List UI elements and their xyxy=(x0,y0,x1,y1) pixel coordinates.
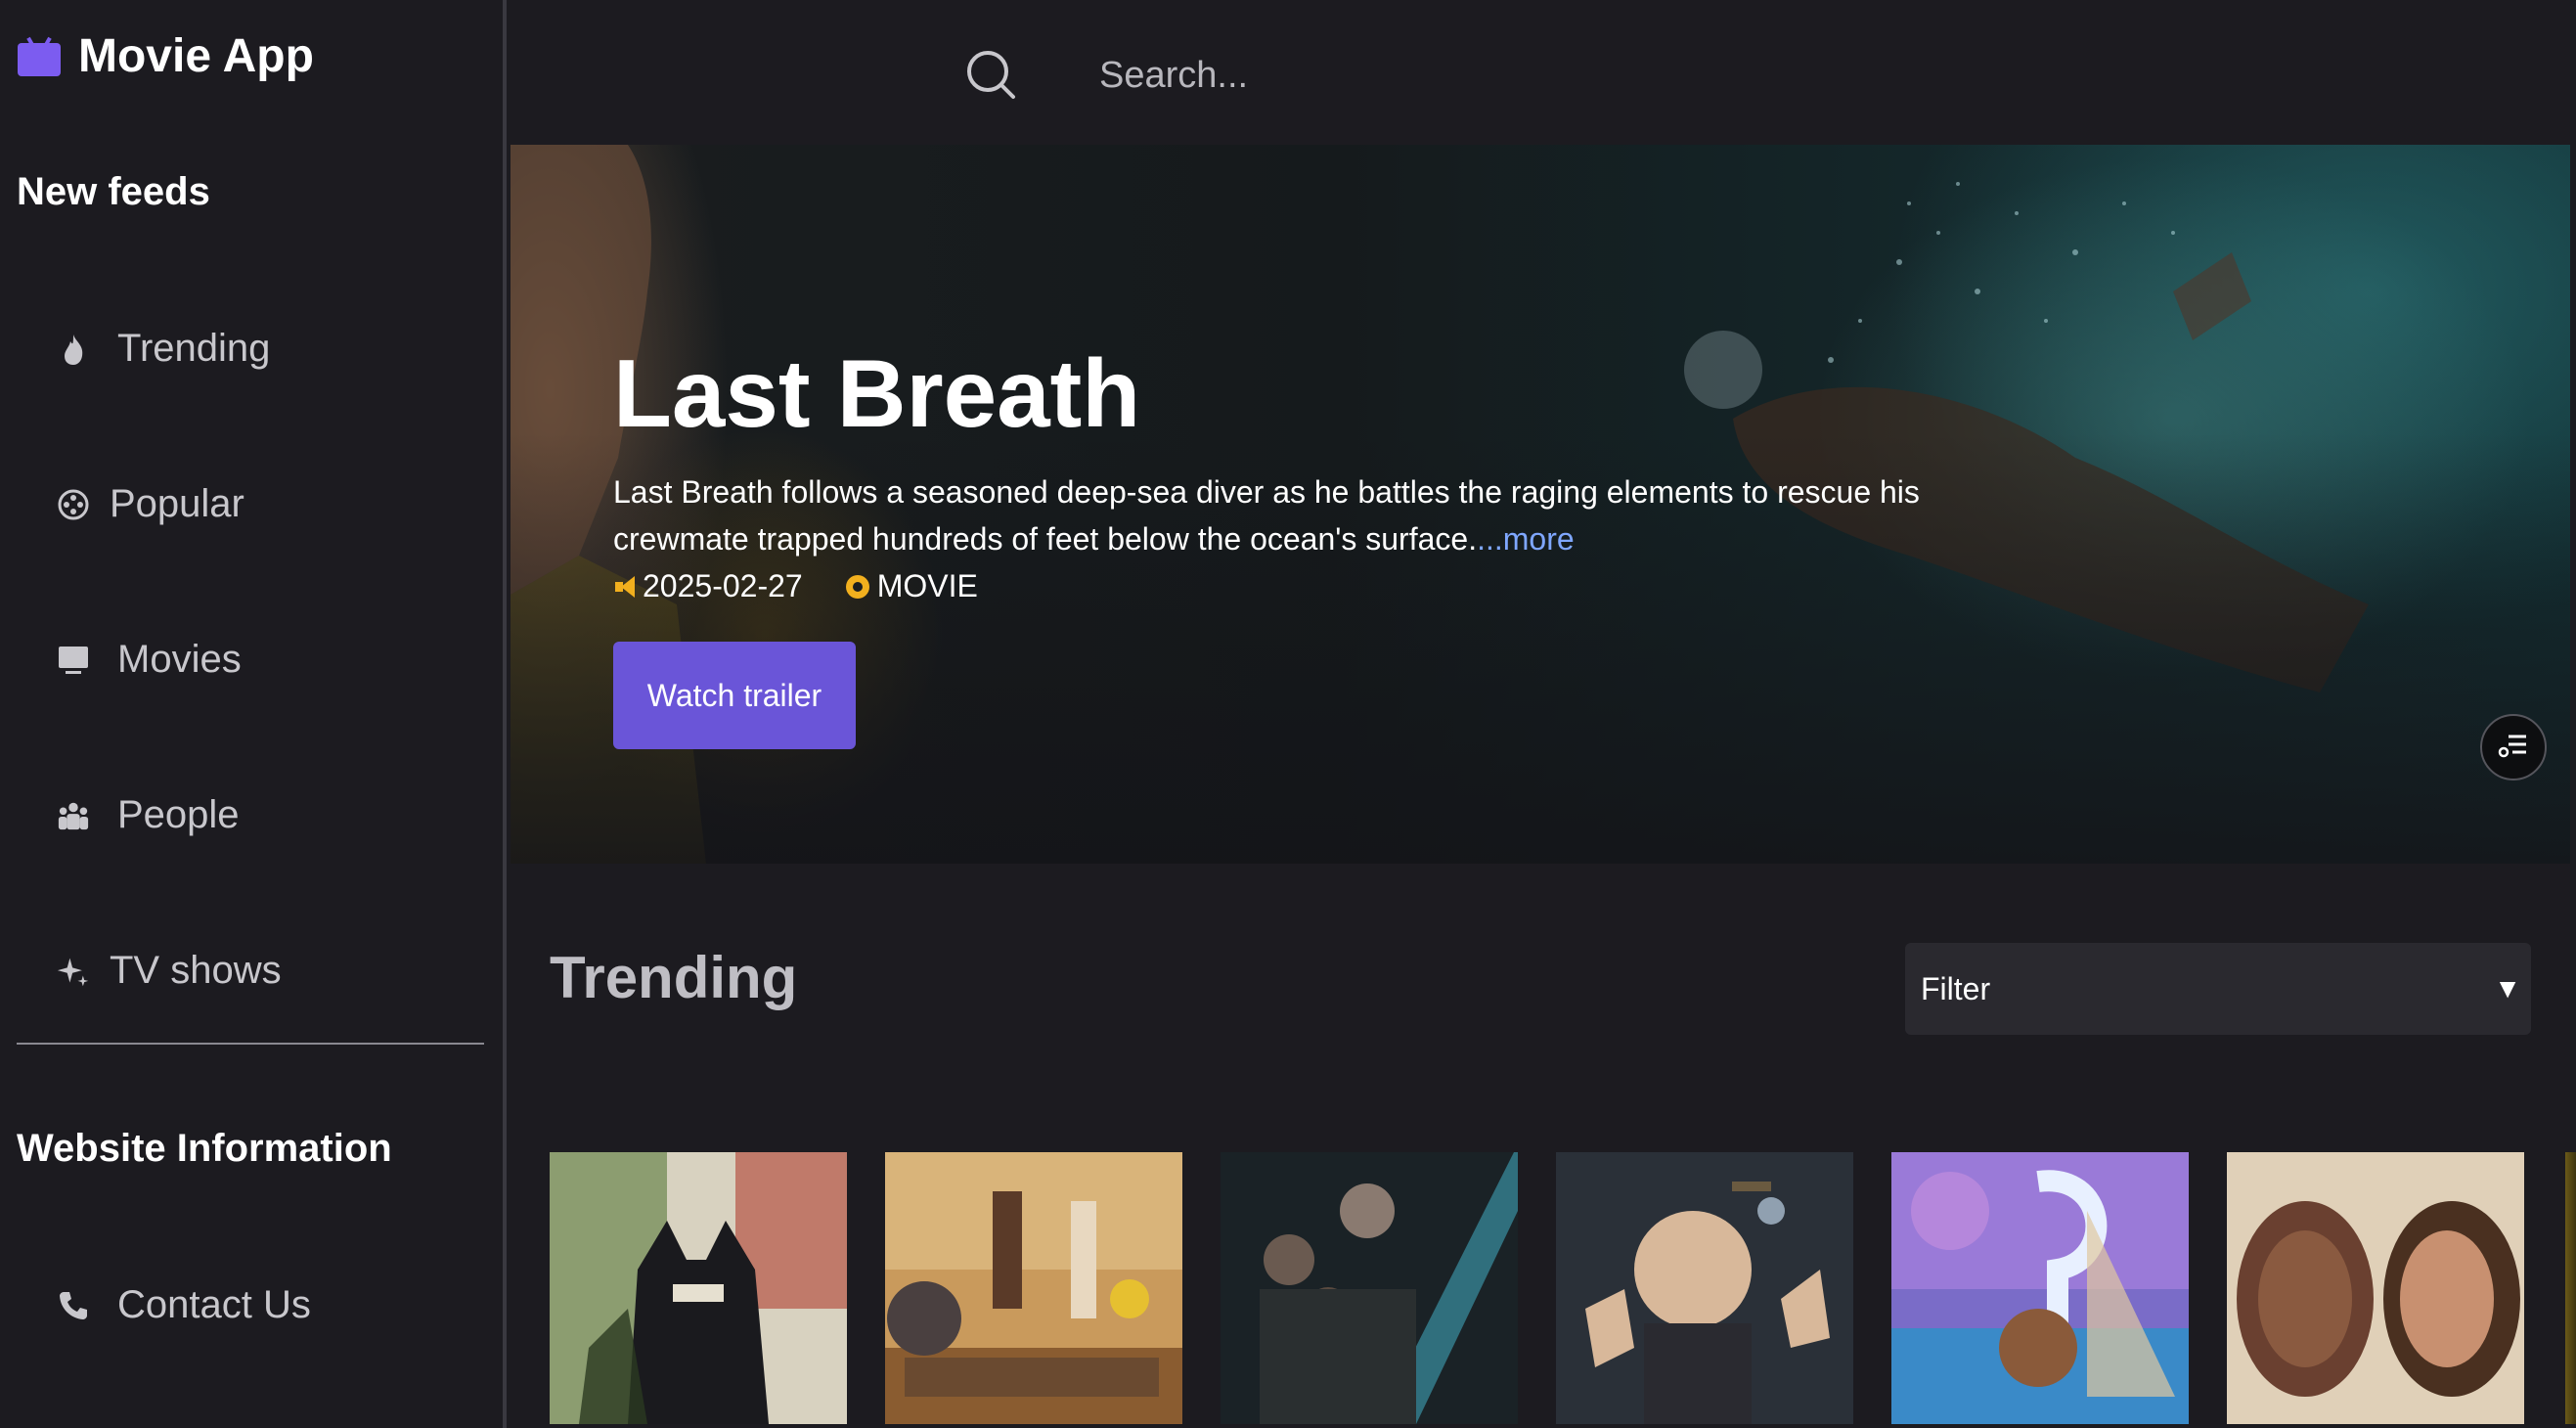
hero-meta: 2025-02-27 MOVIE xyxy=(613,568,1924,604)
sidebar-item-popular[interactable]: Popular xyxy=(57,482,244,526)
sidebar: Movie App New feeds Trending Popular Mov… xyxy=(0,0,507,1428)
sidebar-item-tv-shows[interactable]: TV shows xyxy=(57,949,282,993)
movie-badge-icon xyxy=(845,574,869,599)
search-icon[interactable] xyxy=(965,49,1016,100)
hero-banner: Last Breath Last Breath follows a season… xyxy=(511,145,2570,864)
poster-card[interactable] xyxy=(1221,1152,1518,1424)
hero-title: Last Breath xyxy=(613,339,1141,447)
hero-description: Last Breath follows a seasoned deep-sea … xyxy=(613,469,1924,562)
sparkle-icon xyxy=(57,955,90,988)
film-reel-icon xyxy=(57,488,90,521)
poster-image xyxy=(1221,1152,1518,1424)
release-date: 2025-02-27 xyxy=(613,568,803,604)
poster-card-partial[interactable] xyxy=(2565,1152,2576,1424)
sidebar-item-label: Movies xyxy=(117,638,242,681)
sidebar-item-people[interactable]: People xyxy=(57,793,240,837)
sidebar-item-trending[interactable]: Trending xyxy=(57,327,270,371)
poster-card[interactable] xyxy=(2227,1152,2524,1424)
trending-posters-row xyxy=(550,1152,2576,1428)
poster-image xyxy=(1556,1152,1853,1424)
list-settings-icon xyxy=(2497,731,2530,765)
tv-icon xyxy=(18,36,61,76)
flame-icon xyxy=(57,333,90,366)
poster-card[interactable] xyxy=(1891,1152,2189,1424)
people-icon xyxy=(57,799,90,832)
poster-card[interactable] xyxy=(1556,1152,1853,1424)
phone-icon xyxy=(57,1289,90,1322)
section-title-new-feeds: New feeds xyxy=(17,170,210,213)
poster-image xyxy=(550,1152,847,1424)
more-link[interactable]: ...more xyxy=(1477,521,1575,557)
search-input[interactable] xyxy=(1097,45,1786,106)
filter-dropdown[interactable]: Filter ▼ xyxy=(1905,943,2531,1035)
sidebar-item-label: Contact Us xyxy=(117,1283,311,1326)
section-title-website-information: Website Information xyxy=(17,1127,392,1170)
poster-card[interactable] xyxy=(550,1152,847,1424)
dropdown-arrow-icon: ▼ xyxy=(2494,973,2521,1004)
app-title: Movie App xyxy=(78,30,314,82)
release-date-text: 2025-02-27 xyxy=(643,568,803,603)
sidebar-item-label: People xyxy=(117,793,240,836)
filter-label: Filter xyxy=(1921,970,1991,1006)
hero-menu-button[interactable] xyxy=(2480,714,2547,781)
sidebar-item-contact-us[interactable]: Contact Us xyxy=(57,1283,311,1327)
app-logo[interactable]: Movie App xyxy=(18,29,314,83)
poster-image xyxy=(1891,1152,2189,1424)
sidebar-item-label: TV shows xyxy=(110,949,282,992)
monitor-icon xyxy=(57,644,90,677)
sidebar-item-movies[interactable]: Movies xyxy=(57,638,242,682)
trending-section-title: Trending xyxy=(550,945,798,1010)
watch-trailer-button[interactable]: Watch trailer xyxy=(613,642,856,749)
media-type: MOVIE xyxy=(845,568,978,604)
poster-image xyxy=(885,1152,1182,1424)
speaker-icon xyxy=(613,574,639,600)
media-type-text: MOVIE xyxy=(876,568,978,603)
hero-description-text: Last Breath follows a seasoned deep-sea … xyxy=(613,474,1920,557)
poster-card[interactable] xyxy=(885,1152,1182,1424)
hero-content: Last Breath Last Breath follows a season… xyxy=(613,345,1924,749)
top-bar xyxy=(511,0,2576,145)
sidebar-divider xyxy=(17,1043,484,1045)
poster-image xyxy=(2227,1152,2524,1424)
sidebar-item-label: Trending xyxy=(117,327,271,370)
sidebar-item-label: Popular xyxy=(110,482,244,525)
